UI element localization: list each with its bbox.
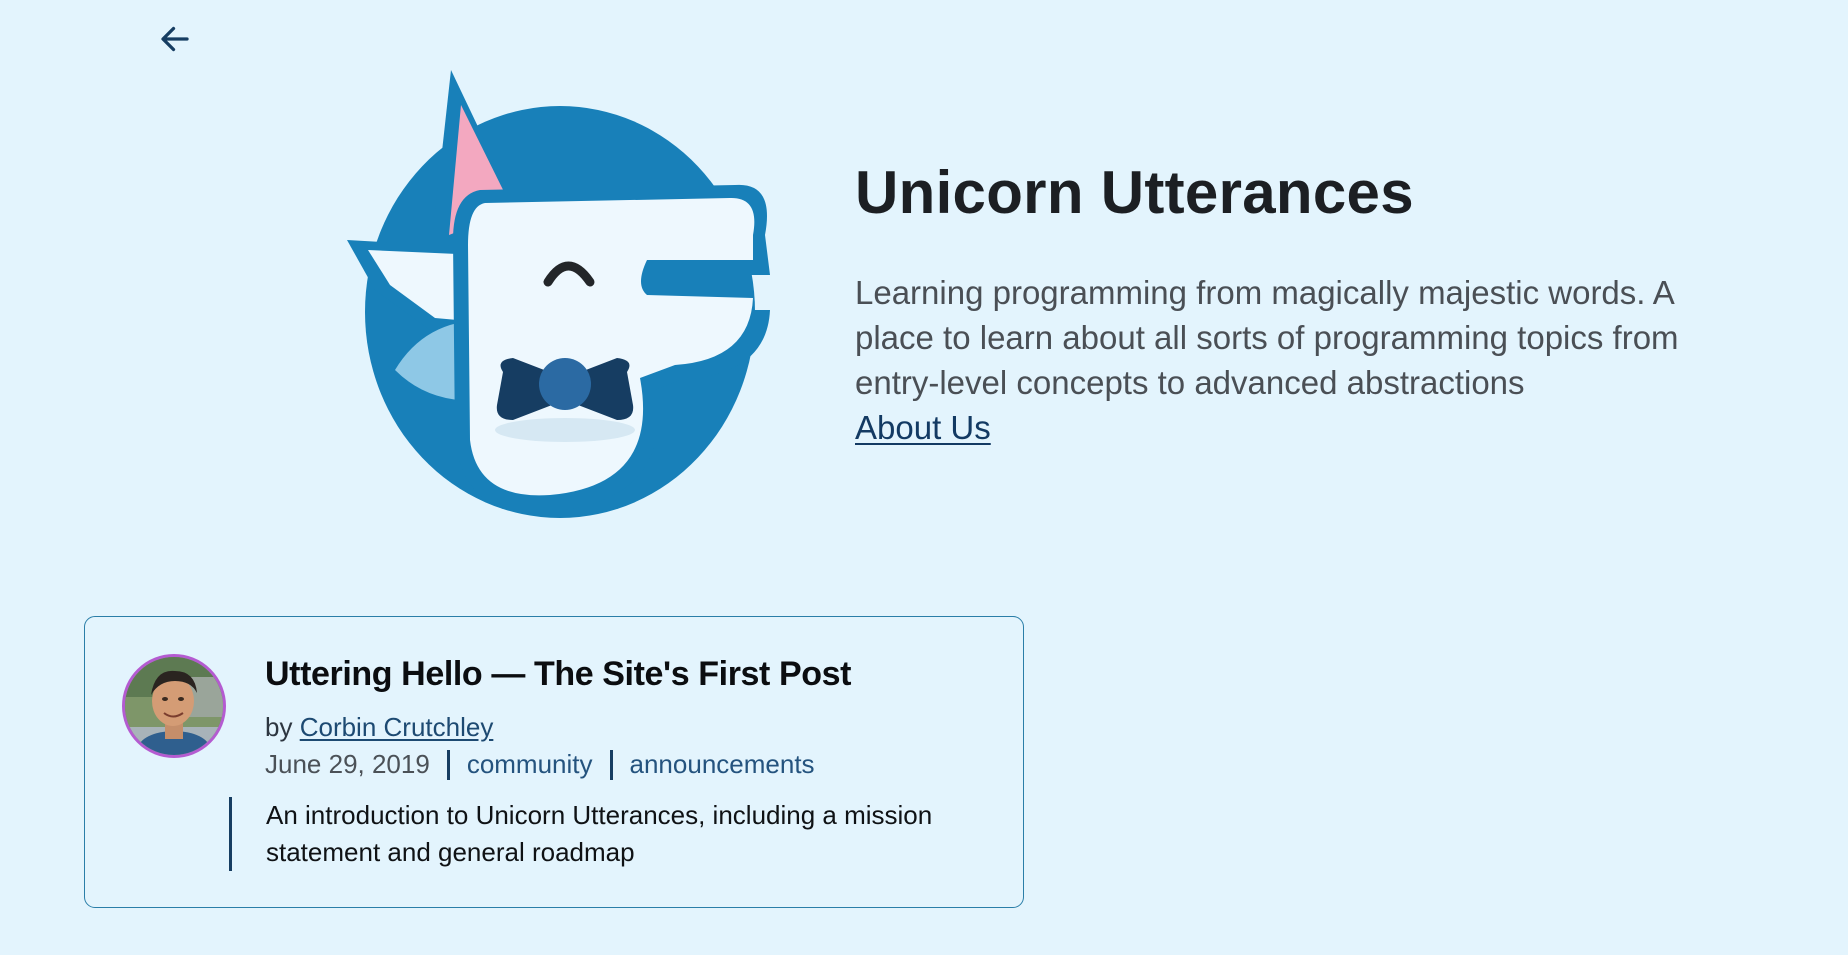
post-title[interactable]: Uttering Hello — The Site's First Post <box>265 655 851 694</box>
about-us-link[interactable]: About Us <box>855 405 991 450</box>
site-description: Learning programming from magically maje… <box>855 270 1685 450</box>
tag-announcements[interactable]: announcements <box>630 749 815 780</box>
post-meta: June 29, 2019 community announcements <box>265 749 815 780</box>
author-avatar-image <box>125 657 223 755</box>
author-avatar[interactable] <box>122 654 226 758</box>
site-title: Unicorn Utterances <box>855 159 1414 226</box>
tag-community[interactable]: community <box>467 749 593 780</box>
page: Unicorn Utterances Learning programming … <box>0 0 1848 955</box>
post-byline: by Corbin Crutchley <box>265 712 493 743</box>
post-date: June 29, 2019 <box>265 749 430 779</box>
site-description-text: Learning programming from magically maje… <box>855 274 1679 401</box>
post-excerpt: An introduction to Unicorn Utterances, i… <box>229 797 989 871</box>
author-link[interactable]: Corbin Crutchley <box>300 712 494 742</box>
arrow-left-icon <box>161 26 189 52</box>
post-card[interactable]: Uttering Hello — The Site's First Post b… <box>84 616 1024 908</box>
meta-divider <box>609 749 613 780</box>
hero-text: Unicorn Utterances Learning programming … <box>855 160 1705 450</box>
byline-prefix: by <box>265 712 293 742</box>
meta-divider <box>446 749 450 780</box>
back-button[interactable] <box>150 14 200 64</box>
unicorn-logo-icon <box>347 70 770 518</box>
